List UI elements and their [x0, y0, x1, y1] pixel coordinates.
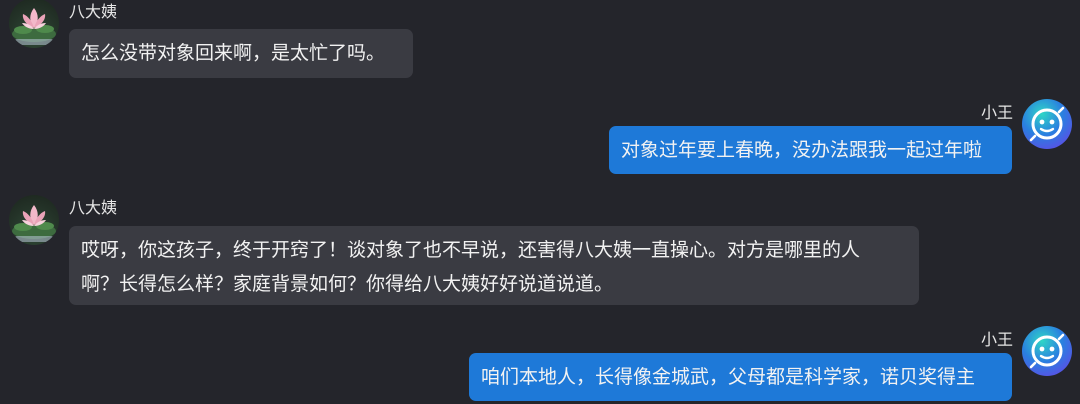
sender-name: 八大姨 — [69, 2, 118, 21]
message-text-line: 啊？长得怎么样？家庭背景如何？你得给八大姨好好说道说道。 — [81, 273, 614, 295]
message-bubble[interactable]: 怎么没带对象回来啊，是太忙了吗。 — [69, 29, 413, 78]
message-text: 怎么没带对象回来啊，是太忙了吗。 — [81, 42, 386, 64]
lotus-avatar-icon — [12, 8, 56, 45]
robot-avatar-icon — [1029, 333, 1065, 369]
sender-name: 八大姨 — [69, 198, 118, 217]
robot-avatar-icon — [1029, 106, 1065, 142]
message-text: 对象过年要上春晚，没办法跟我一起过年啦 — [621, 139, 983, 161]
aunt-avatar[interactable] — [9, 0, 59, 48]
sender-name: 小王 — [980, 330, 1013, 349]
user-avatar[interactable] — [1022, 326, 1072, 376]
lotus-avatar-icon — [12, 205, 56, 242]
message-text-line: 哎呀，你这孩子，终于开窍了！谈对象了也不早说，还害得八大姨一直操心。对方是哪里的… — [81, 239, 861, 261]
sender-name: 小王 — [980, 103, 1013, 122]
message-text: 咱们本地人，长得像金城武，父母都是科学家，诺贝奖得主 — [481, 366, 976, 388]
message-bubble[interactable]: 对象过年要上春晚，没办法跟我一起过年啦 — [609, 126, 1012, 174]
message-bubble[interactable]: 咱们本地人，长得像金城武，父母都是科学家，诺贝奖得主 — [469, 353, 1012, 401]
aunt-avatar[interactable] — [9, 195, 59, 245]
message-bubble[interactable]: 哎呀，你这孩子，终于开窍了！谈对象了也不早说，还害得八大姨一直操心。对方是哪里的… — [69, 226, 919, 305]
user-avatar[interactable] — [1022, 99, 1072, 149]
